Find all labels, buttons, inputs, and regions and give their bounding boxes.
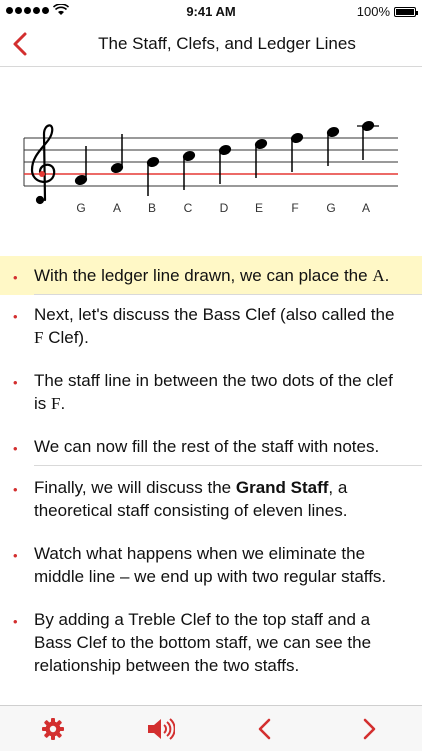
status-right: 100% [356,4,418,19]
note-labels: G A B C D E F G A [76,201,370,215]
notes [74,121,379,196]
gear-icon[interactable] [39,715,67,743]
note-label: A [113,201,121,215]
bottom-toolbar [0,705,422,751]
note-label: E [255,201,263,215]
note-label: D [220,201,229,215]
treble-clef-icon [30,124,56,205]
clef-highlight-dot [39,171,45,177]
next-button[interactable] [355,715,383,743]
lesson-steps: • With the ledger line drawn, we can pla… [0,256,422,685]
bullet: • [13,548,18,563]
note-label: G [326,201,335,215]
note-label: B [148,201,156,215]
bold-term: Grand Staff [235,478,329,497]
navigation-bar: The Staff, Clefs, and Ledger Lines [0,22,422,67]
note-label: A [362,201,370,215]
bullet: • [13,614,18,629]
status-bar: 9:41 AM 100% [0,0,422,22]
back-button[interactable] [8,30,34,58]
speaker-icon[interactable] [145,715,175,743]
staff-figure: G A B C D E F G A [23,121,398,215]
bullet: • [13,482,18,497]
bullet: • [13,441,18,456]
battery-percent: 100% [356,4,390,19]
list-item[interactable]: • By adding a Treble Clef to the top sta… [0,600,422,685]
list-item[interactable]: • With the ledger line drawn, we can pla… [0,256,422,295]
page-title: The Staff, Clefs, and Ledger Lines [98,34,356,53]
list-item[interactable]: • The staff line in between the two dots… [0,361,422,423]
bullet: • [13,270,18,285]
previous-button[interactable] [251,715,279,743]
battery-icon [394,6,418,17]
note-label: G [76,201,85,215]
bullet: • [13,375,18,390]
list-item[interactable]: • We can now fill the rest of the staff … [0,427,422,466]
bullet: • [13,309,18,324]
note-label: C [184,201,193,215]
note-label: F [291,201,298,215]
note-name: A [372,266,385,285]
list-item[interactable]: • Watch what happens when we eliminate t… [0,534,422,596]
list-item[interactable]: • Finally, we will discuss the Grand Sta… [0,468,422,530]
list-item[interactable]: • Next, let's discuss the Bass Clef (als… [0,295,422,357]
